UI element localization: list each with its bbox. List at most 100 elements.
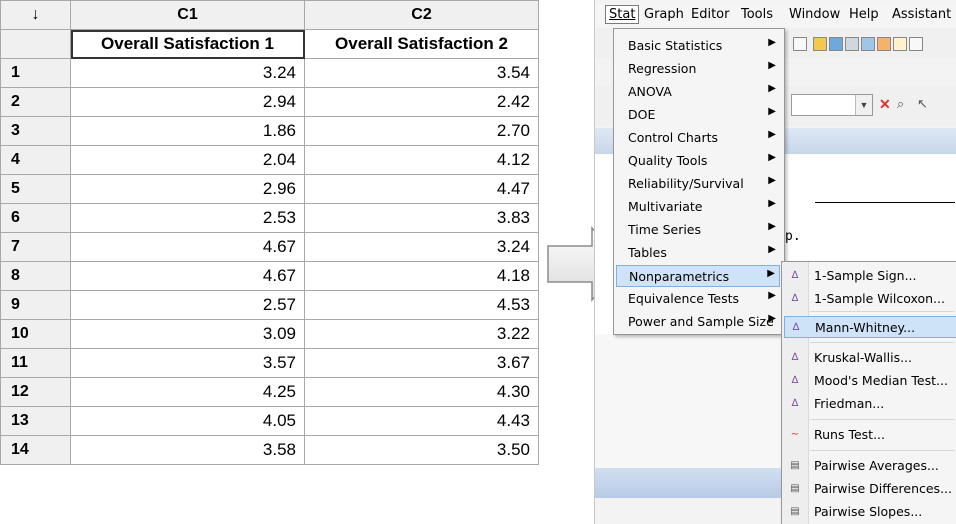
nonparametrics-menu-item[interactable]: ∆ Mood's Median Test... [784, 370, 956, 392]
cell-c1[interactable]: 4.67 [70, 261, 305, 291]
row-number[interactable]: 5 [0, 174, 71, 204]
stat-menu-item[interactable]: Tables ▶ [616, 242, 780, 264]
cell-c2[interactable]: 3.24 [304, 232, 539, 262]
nonparametrics-menu-item[interactable]: ▤ Pairwise Averages... [784, 455, 956, 477]
toolbar-icon[interactable] [813, 37, 827, 51]
row-number[interactable]: 2 [0, 87, 71, 117]
cell-c1[interactable]: 3.57 [70, 348, 305, 378]
nonparametrics-menu-item[interactable]: ∼ Runs Test... [784, 424, 956, 446]
cell-c2[interactable]: 4.47 [304, 174, 539, 204]
row-number[interactable]: 8 [0, 261, 71, 291]
stat-menu-item[interactable]: Reliability/Survival ▶ [616, 173, 780, 195]
delete-icon[interactable]: ✕ [879, 96, 891, 113]
stat-menu-item[interactable]: Multivariate ▶ [616, 196, 780, 218]
row-number[interactable]: 13 [0, 406, 71, 436]
table-row: 14 3.58 3.50 [0, 435, 539, 465]
row-number[interactable]: 6 [0, 203, 71, 233]
cell-c1[interactable]: 3.09 [70, 319, 305, 349]
table-row: 10 3.09 3.22 [0, 319, 539, 349]
nonparametrics-menu-item[interactable]: ∆ Mann-Whitney... [784, 316, 956, 338]
cell-c1[interactable]: 4.67 [70, 232, 305, 262]
cell-c1[interactable]: 2.96 [70, 174, 305, 204]
menu-editor[interactable]: Editor [691, 7, 729, 22]
submenu-arrow-icon: ▶ [768, 221, 776, 232]
row-number[interactable]: 12 [0, 377, 71, 407]
cell-c2[interactable]: 4.53 [304, 290, 539, 320]
cell-c1[interactable]: 2.04 [70, 145, 305, 175]
nonparametrics-menu-item[interactable]: ∆ 1-Sample Sign... [784, 265, 956, 287]
row-number[interactable]: 1 [0, 58, 71, 88]
nonparametrics-menu-item[interactable]: ▤ Pairwise Slopes... [784, 501, 956, 523]
row-number[interactable]: 7 [0, 232, 71, 262]
row-number[interactable]: 4 [0, 145, 71, 175]
stat-menu-item[interactable]: Power and Sample Size ▶ [616, 311, 780, 333]
nonparametrics-menu-item[interactable]: ∆ Friedman... [784, 393, 956, 415]
cell-c2[interactable]: 3.67 [304, 348, 539, 378]
cell-c2[interactable]: 4.43 [304, 406, 539, 436]
nonparametrics-menu-item[interactable]: ∆ Kruskal-Wallis... [784, 347, 956, 369]
chevron-down-icon: ▼ [855, 95, 872, 115]
nonparametrics-menu-item[interactable]: ▤ Pairwise Differences... [784, 478, 956, 500]
menu-item-label: Basic Statistics [628, 38, 723, 53]
submenu-arrow-icon: ▶ [768, 152, 776, 163]
cell-c2[interactable]: 3.50 [304, 435, 539, 465]
cell-c2[interactable]: 2.70 [304, 116, 539, 146]
stat-menu-item[interactable]: ANOVA ▶ [616, 81, 780, 103]
menu-window[interactable]: Window [789, 7, 840, 22]
cell-c2[interactable]: 3.83 [304, 203, 539, 233]
name-row-header[interactable] [0, 29, 71, 59]
column-name-c2[interactable]: Overall Satisfaction 2 [304, 29, 539, 59]
menu-stat[interactable]: Stat [605, 5, 640, 24]
menu-separator [810, 450, 954, 451]
toolbar-icon[interactable] [877, 37, 891, 51]
table-row: 4 2.04 4.12 [0, 145, 539, 175]
cell-c1[interactable]: 4.25 [70, 377, 305, 407]
cursor-icon[interactable]: ↖ [917, 96, 928, 112]
search-icon[interactable]: ⌕ [897, 96, 904, 112]
toolbar-icon[interactable] [893, 37, 907, 51]
row-number[interactable]: 11 [0, 348, 71, 378]
cell-c1[interactable]: 1.86 [70, 116, 305, 146]
toolbar-combo[interactable]: ▼ [791, 94, 873, 116]
stat-menu-item[interactable]: Nonparametrics ▶ [616, 265, 780, 287]
menu-assistant[interactable]: Assistant [892, 7, 951, 22]
toolbar-icon[interactable] [793, 37, 807, 51]
stat-menu-item[interactable]: DOE ▶ [616, 104, 780, 126]
cell-c2[interactable]: 2.42 [304, 87, 539, 117]
stat-menu-item[interactable]: Time Series ▶ [616, 219, 780, 241]
stat-menu-item[interactable]: Control Charts ▶ [616, 127, 780, 149]
cell-c2[interactable]: 4.30 [304, 377, 539, 407]
cell-c1[interactable]: 3.24 [70, 58, 305, 88]
cell-c2[interactable]: 4.18 [304, 261, 539, 291]
nonparametrics-menu-item[interactable]: ∆ 1-Sample Wilcoxon... [784, 288, 956, 310]
stat-menu-item[interactable]: Quality Tools ▶ [616, 150, 780, 172]
cell-c2[interactable]: 3.54 [304, 58, 539, 88]
stat-menu-item[interactable]: Basic Statistics ▶ [616, 35, 780, 57]
cell-c1[interactable]: 3.58 [70, 435, 305, 465]
row-number[interactable]: 9 [0, 290, 71, 320]
stat-menu-item[interactable]: Equivalence Tests ▶ [616, 288, 780, 310]
toolbar-icon[interactable] [845, 37, 859, 51]
menu-item-label: 1-Sample Wilcoxon... [814, 291, 945, 306]
toolbar-icon[interactable] [909, 37, 923, 51]
cell-c2[interactable]: 3.22 [304, 319, 539, 349]
cell-c1[interactable]: 2.53 [70, 203, 305, 233]
cell-c1[interactable]: 2.57 [70, 290, 305, 320]
menu-tools[interactable]: Tools [741, 7, 773, 22]
column-header-c2[interactable]: C2 [304, 0, 539, 30]
toolbar-icon[interactable] [829, 37, 843, 51]
row-number[interactable]: 10 [0, 319, 71, 349]
corner-arrow-icon[interactable]: ↓ [0, 0, 71, 30]
cell-c1[interactable]: 4.05 [70, 406, 305, 436]
info-icon[interactable] [861, 37, 875, 51]
menu-graph[interactable]: Graph [644, 7, 684, 22]
row-number[interactable]: 14 [0, 435, 71, 465]
stat-menu-item[interactable]: Regression ▶ [616, 58, 780, 80]
cell-c2[interactable]: 4.12 [304, 145, 539, 175]
column-header-c1[interactable]: C1 [70, 0, 305, 30]
column-name-c1[interactable]: Overall Satisfaction 1 [70, 29, 305, 59]
cell-c1[interactable]: 2.94 [70, 87, 305, 117]
menu-help[interactable]: Help [849, 7, 879, 22]
menu-item-label: DOE [628, 107, 656, 122]
row-number[interactable]: 3 [0, 116, 71, 146]
